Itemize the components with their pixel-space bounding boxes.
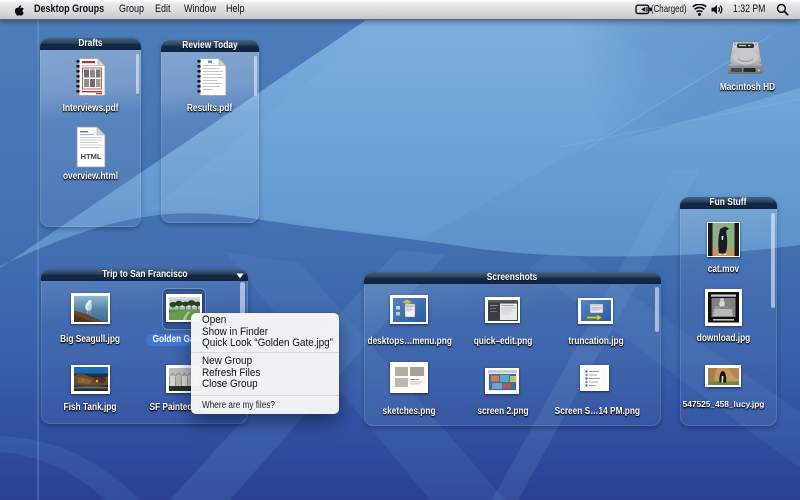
svg-text:HTML: HTML [81, 152, 102, 161]
